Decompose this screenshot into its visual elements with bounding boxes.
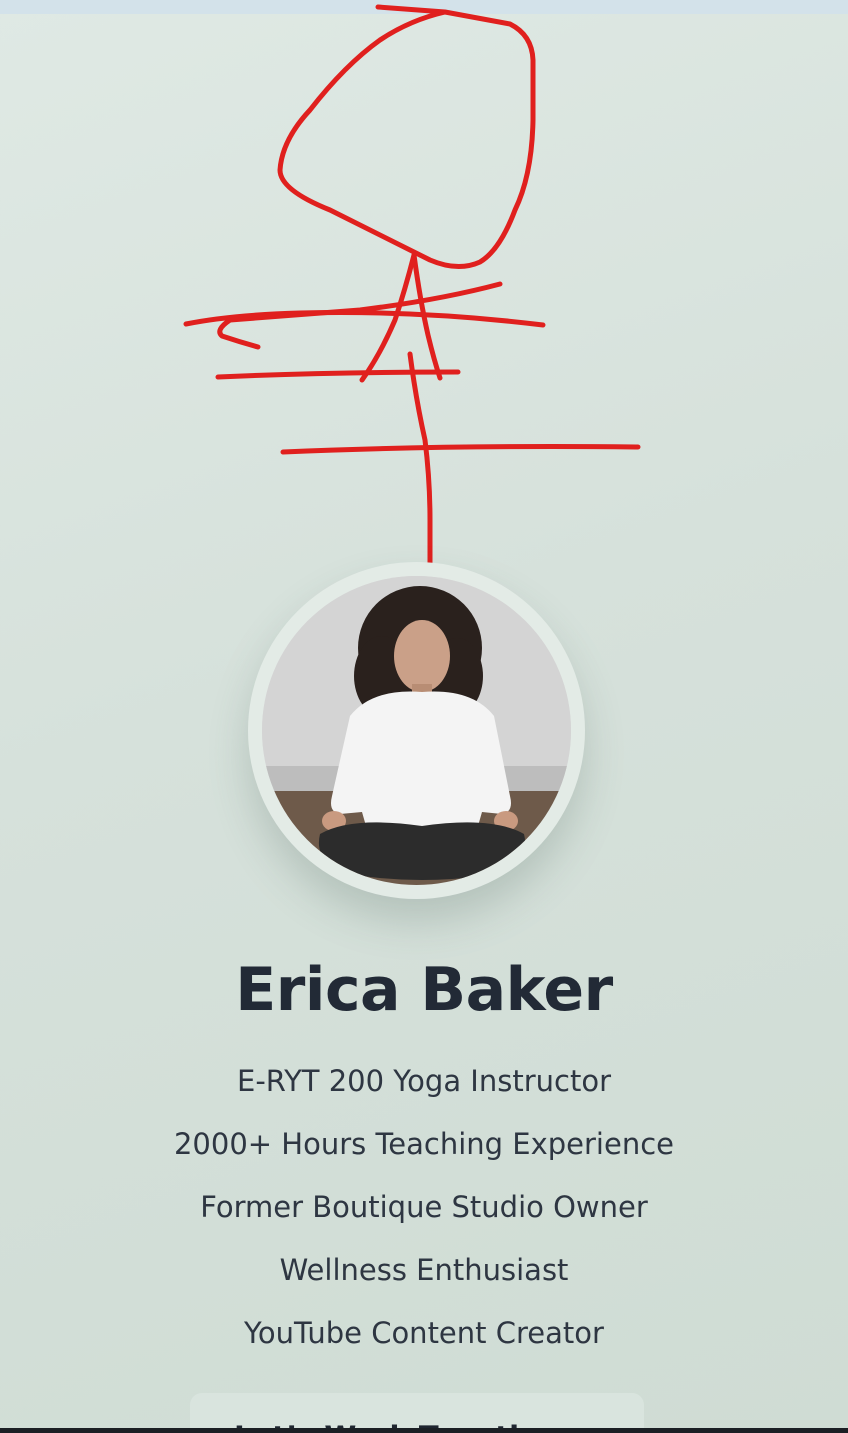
credential-item: Wellness Enthusiast (279, 1253, 569, 1287)
profile-photo (262, 576, 571, 885)
credential-item: E-RYT 200 Yoga Instructor (237, 1064, 611, 1098)
avatar-frame (248, 562, 585, 899)
credential-item: YouTube Content Creator (244, 1316, 604, 1350)
avatar (262, 576, 571, 885)
browser-top-strip (0, 0, 848, 14)
bottom-edge-bar (0, 1428, 848, 1433)
work-together-button[interactable]: Let’s Work Together→ (190, 1393, 644, 1433)
credential-item: 2000+ Hours Teaching Experience (173, 1127, 674, 1161)
profile-name: Erica Baker (235, 955, 613, 1025)
credential-item: Former Boutique Studio Owner (200, 1190, 648, 1224)
credentials-list: E-RYT 200 Yoga Instructor 2000+ Hours Te… (0, 1050, 848, 1365)
